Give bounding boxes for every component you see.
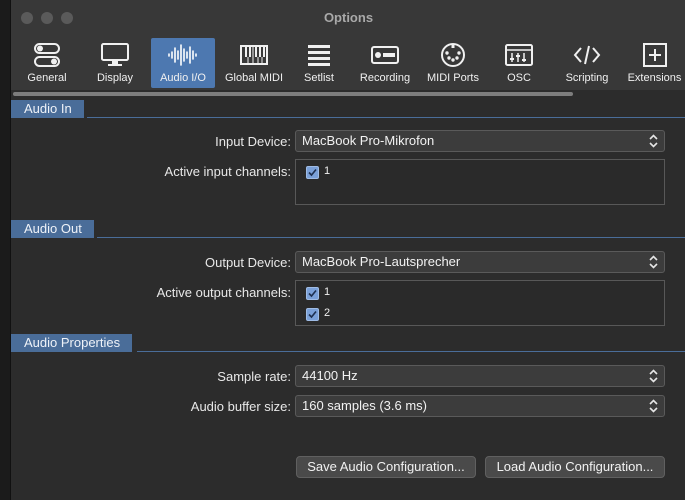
toggle-switches-icon — [15, 42, 79, 68]
select-value: 160 samples (3.6 ms) — [302, 398, 427, 413]
waveform-icon — [151, 42, 215, 68]
sample-rate-select[interactable]: 44100 Hz — [295, 365, 665, 387]
scrollbar-thumb[interactable] — [13, 92, 573, 96]
toolbar-scrollbar[interactable] — [11, 90, 685, 98]
checkbox-checked[interactable] — [306, 287, 319, 300]
window-title: Options — [323, 10, 374, 25]
section-header: Audio Properties — [11, 334, 133, 352]
title-bar: Options — [11, 0, 685, 36]
checkbox-checked[interactable] — [306, 308, 319, 321]
midi-port-icon — [421, 42, 485, 68]
monitor-icon — [83, 42, 147, 68]
select-value: MacBook Pro-Lautsprecher — [302, 254, 461, 269]
tab-general[interactable]: General — [15, 38, 79, 88]
list-icon — [287, 42, 351, 68]
tab-global-midi[interactable]: Global MIDI — [219, 38, 289, 88]
preferences-toolbar: General Display Audio I/O Global MIDI Se… — [11, 36, 685, 90]
channel-label: 1 — [324, 286, 331, 298]
code-icon — [555, 42, 619, 68]
save-audio-configuration-button[interactable]: Save Audio Configuration... — [296, 456, 476, 478]
tab-audio-io[interactable]: Audio I/O — [151, 38, 215, 88]
tab-extensions[interactable]: Extensions — [623, 38, 685, 88]
section-audio-properties: Audio Properties — [11, 334, 685, 352]
active-output-channels-label: Active output channels: — [156, 285, 291, 300]
buffer-size-label: Audio buffer size: — [190, 399, 291, 414]
chevron-up-down-icon — [649, 369, 658, 383]
section-audio-in: Audio In — [11, 100, 685, 118]
chevron-up-down-icon — [649, 134, 658, 148]
output-device-label: Output Device: — [205, 255, 291, 270]
input-device-select[interactable]: MacBook Pro-Mikrofon — [295, 130, 665, 152]
tab-osc[interactable]: OSC — [487, 38, 551, 88]
load-audio-configuration-button[interactable]: Load Audio Configuration... — [485, 456, 665, 478]
rec-icon — [353, 42, 417, 68]
channel-label: 2 — [324, 307, 331, 319]
section-divider — [97, 237, 685, 238]
chevron-up-down-icon — [649, 255, 658, 269]
select-value: MacBook Pro-Mikrofon — [302, 133, 435, 148]
options-window: Options General Display Audio I/O Global… — [10, 0, 685, 500]
osc-icon — [487, 42, 551, 68]
output-device-select[interactable]: MacBook Pro-Lautsprecher — [295, 251, 665, 273]
chevron-up-down-icon — [649, 399, 658, 413]
output-channels-list: 1 2 — [295, 280, 665, 326]
sample-rate-label: Sample rate: — [217, 369, 291, 384]
channel-label: 1 — [324, 165, 331, 177]
tab-display[interactable]: Display — [83, 38, 147, 88]
tab-recording[interactable]: Recording — [353, 38, 417, 88]
input-channels-list: 1 — [295, 159, 665, 205]
select-value: 44100 Hz — [302, 368, 358, 383]
checkbox-checked[interactable] — [306, 166, 319, 179]
tab-scripting[interactable]: Scripting — [555, 38, 619, 88]
input-device-label: Input Device: — [215, 134, 291, 149]
tab-setlist[interactable]: Setlist — [287, 38, 351, 88]
plus-box-icon — [623, 42, 685, 68]
buffer-size-select[interactable]: 160 samples (3.6 ms) — [295, 395, 665, 417]
section-header: Audio In — [11, 100, 84, 118]
active-input-channels-label: Active input channels: — [164, 164, 291, 179]
tab-midi-ports[interactable]: MIDI Ports — [421, 38, 485, 88]
section-audio-out: Audio Out — [11, 220, 685, 238]
keyboard-icon — [219, 42, 289, 68]
section-header: Audio Out — [11, 220, 94, 238]
section-divider — [137, 351, 685, 352]
section-divider — [87, 117, 685, 118]
